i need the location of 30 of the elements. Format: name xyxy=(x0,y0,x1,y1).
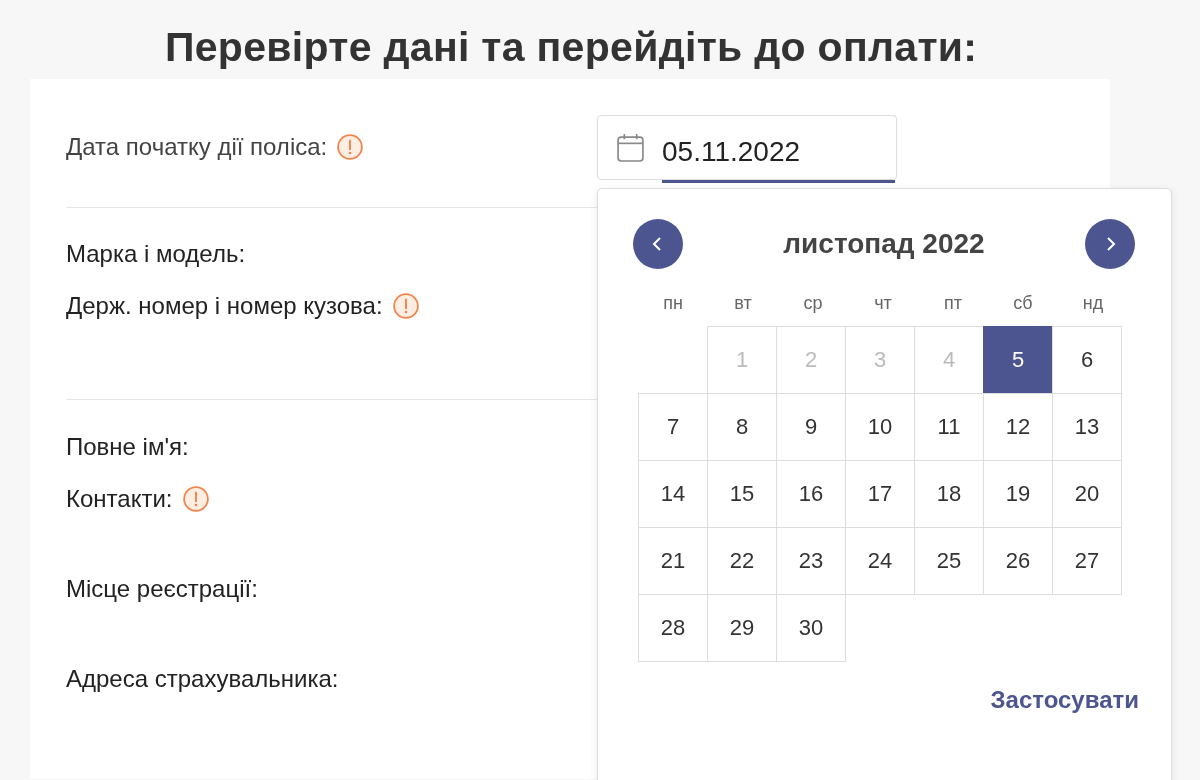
weekday-label: пт xyxy=(943,292,963,314)
weekday-label: вт xyxy=(733,292,753,314)
warning-icon[interactable] xyxy=(392,293,419,319)
field-label: Держ. номер і номер кузова: xyxy=(66,292,383,320)
field-label: Місце реєстрації: xyxy=(66,575,258,603)
calendar-day[interactable]: 28 xyxy=(638,594,708,662)
field-label: Контакти: xyxy=(66,485,173,513)
next-month-button[interactable] xyxy=(1085,219,1135,269)
field-label: Адреса страхувальника: xyxy=(66,665,339,693)
weekday-label: пн xyxy=(662,292,684,314)
page-heading: Перевірте дані та перейдіть до оплати: xyxy=(164,23,979,72)
previous-month-button[interactable] xyxy=(633,219,683,269)
weekday-label: чт xyxy=(873,292,893,314)
warning-icon[interactable] xyxy=(337,134,364,160)
field-label: Дата початку дії поліса: xyxy=(66,133,328,161)
field-label: Повне ім'я: xyxy=(66,433,189,461)
apply-button[interactable]: Застосувати xyxy=(986,682,1143,718)
calendar-day[interactable]: 5 xyxy=(983,326,1053,394)
date-field[interactable]: 05.11.2022 xyxy=(597,115,897,180)
warning-icon[interactable] xyxy=(182,486,209,512)
month-title: листопад 2022 xyxy=(783,228,985,260)
weekday-label: сб xyxy=(1012,292,1034,314)
calendar-day[interactable]: 6 xyxy=(1052,326,1122,394)
field-label: Марка і модель: xyxy=(66,240,246,268)
weekday-label: ср xyxy=(802,292,824,314)
weekday-label: нд xyxy=(1081,292,1105,314)
calendar-icon xyxy=(617,133,644,162)
calendar-day[interactable]: 30 xyxy=(776,594,846,662)
calendar-day[interactable]: 7 xyxy=(638,393,708,461)
calendar-day[interactable]: 27 xyxy=(1052,527,1122,595)
